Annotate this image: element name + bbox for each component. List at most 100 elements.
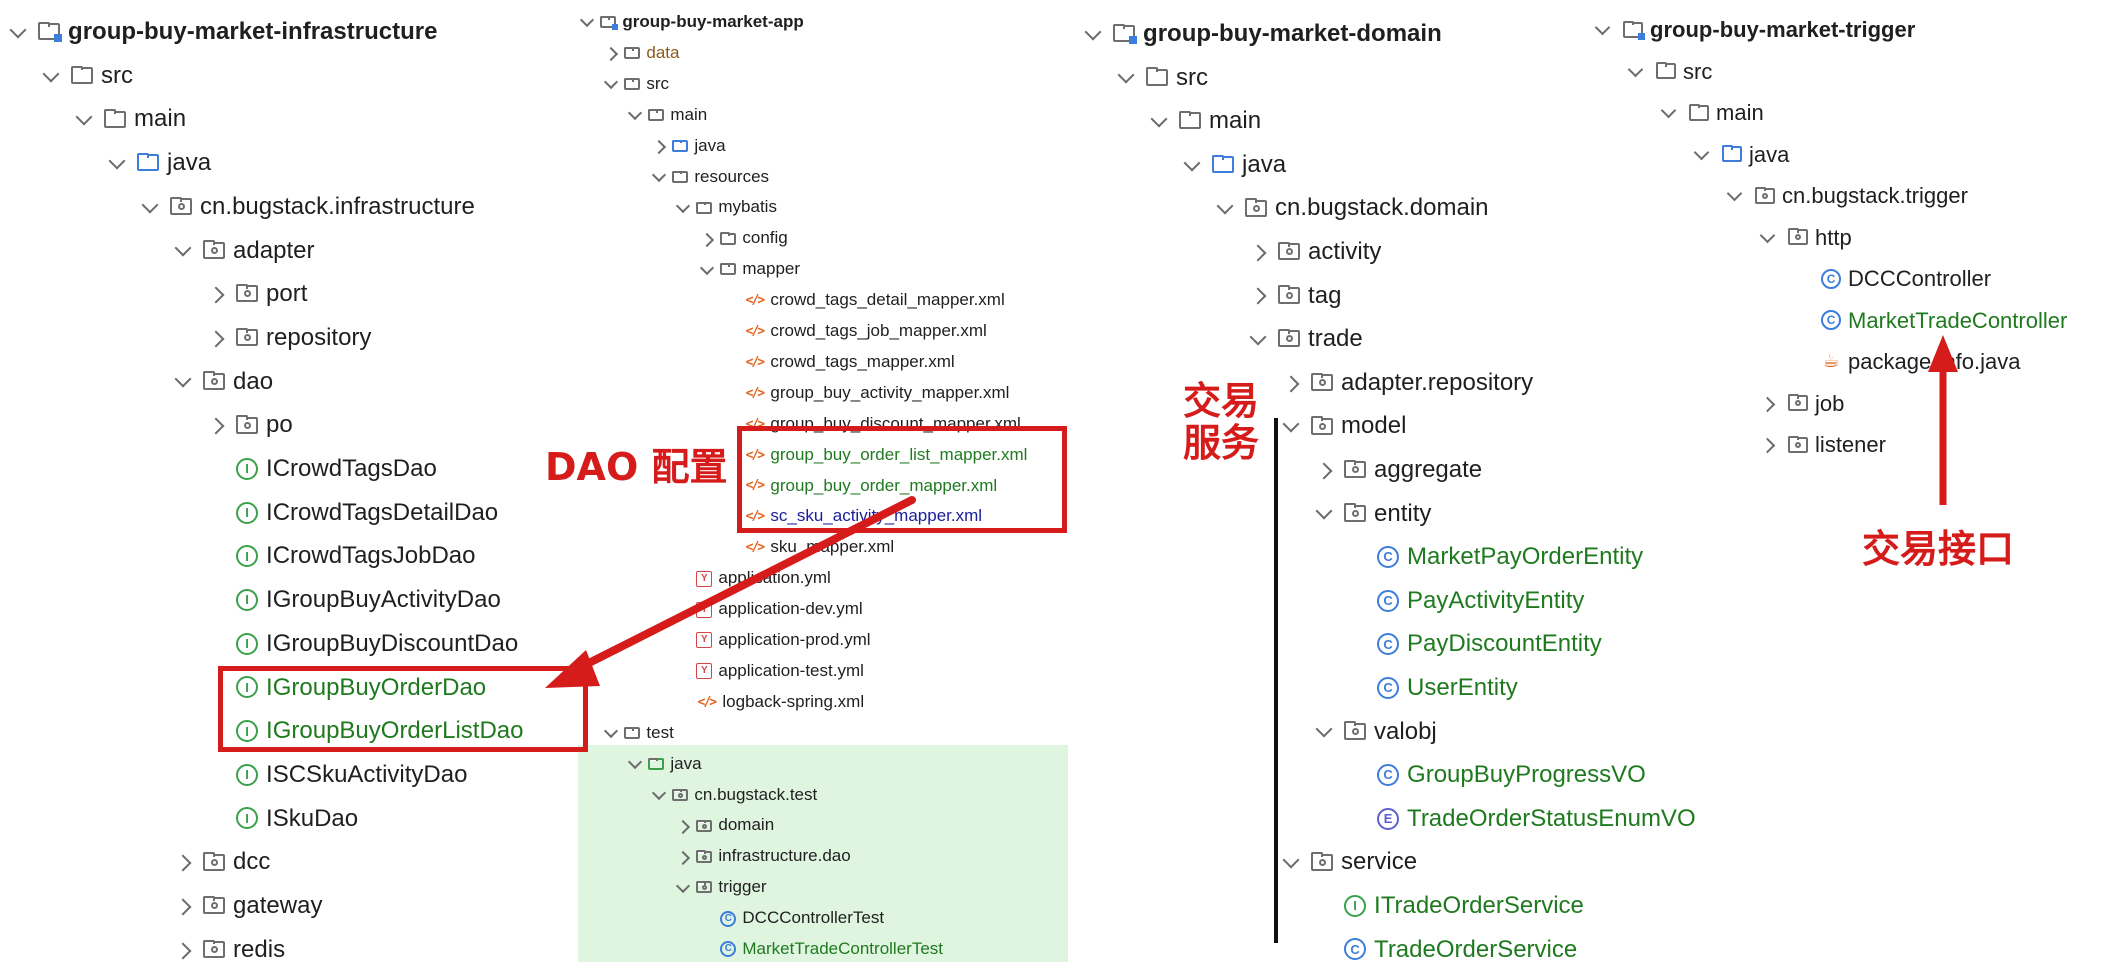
- chevron-down-icon[interactable]: [603, 724, 619, 739]
- chevron-right-icon[interactable]: [1759, 437, 1776, 454]
- tree-node[interactable]: Yapplication-test.yml: [578, 656, 1068, 687]
- tree-node[interactable]: I ISkuDao: [0, 797, 580, 841]
- tree-node[interactable]: Yapplication-prod.yml: [578, 625, 1068, 656]
- chevron-down-icon[interactable]: [1759, 227, 1776, 244]
- tree-node[interactable]: src: [578, 69, 1068, 100]
- tree-node[interactable]: po: [0, 403, 580, 447]
- tree-node[interactable]: </> crowd_tags_job_mapper.xml: [578, 316, 1068, 347]
- tree-node[interactable]: C DCCController: [1590, 258, 2110, 300]
- chevron-down-icon[interactable]: [579, 13, 595, 28]
- chevron-right-icon[interactable]: [207, 417, 225, 435]
- chevron-right-icon[interactable]: [1315, 462, 1333, 480]
- tree-node[interactable]: redis: [0, 928, 580, 971]
- tree-node[interactable]: I ICrowdTagsDao: [0, 447, 580, 491]
- chevron-right-icon[interactable]: [699, 232, 715, 247]
- chevron-down-icon[interactable]: [141, 196, 159, 214]
- tree-node[interactable]: repository: [0, 316, 580, 360]
- tree-node[interactable]: service: [1075, 840, 1725, 884]
- chevron-down-icon[interactable]: [1594, 19, 1611, 36]
- tree-node[interactable]: resources: [578, 162, 1068, 193]
- chevron-down-icon[interactable]: [627, 106, 643, 121]
- tree-node[interactable]: gateway: [0, 884, 580, 928]
- chevron-right-icon[interactable]: [651, 139, 667, 155]
- chevron-down-icon[interactable]: [174, 239, 192, 257]
- tree-node[interactable]: dcc: [0, 840, 580, 884]
- tree-node[interactable]: entity: [1075, 492, 1725, 536]
- chevron-right-icon[interactable]: [675, 819, 691, 834]
- chevron-down-icon[interactable]: [1282, 415, 1300, 433]
- chevron-down-icon[interactable]: [75, 108, 93, 126]
- tree-node[interactable]: java: [1590, 134, 2110, 176]
- tree-node[interactable]: adapter: [0, 229, 580, 273]
- tree-node[interactable]: ☕ package-info.java: [1590, 341, 2110, 383]
- chevron-down-icon[interactable]: [1216, 197, 1234, 215]
- tree-node[interactable]: C GroupBuyProgressVO: [1075, 753, 1725, 797]
- chevron-down-icon[interactable]: [603, 75, 619, 90]
- chevron-down-icon[interactable]: [1117, 66, 1135, 84]
- tree-node[interactable]: </> group_buy_activity_mapper.xml: [578, 378, 1068, 409]
- chevron-down-icon[interactable]: [1084, 23, 1102, 41]
- chevron-down-icon[interactable]: [1726, 185, 1743, 202]
- chevron-right-icon[interactable]: [675, 850, 691, 865]
- chevron-right-icon[interactable]: [207, 330, 225, 348]
- tree-node[interactable]: listener: [1590, 424, 2110, 466]
- tree-node[interactable]: group-buy-market-app: [578, 7, 1068, 38]
- tree-node[interactable]: I ICrowdTagsDetailDao: [0, 491, 580, 535]
- chevron-right-icon[interactable]: [207, 286, 225, 304]
- chevron-down-icon[interactable]: [1249, 328, 1267, 346]
- tree-node[interactable]: </> sku_mapper.xml: [578, 532, 1068, 563]
- tree-node[interactable]: http: [1590, 217, 2110, 259]
- chevron-down-icon[interactable]: [1693, 144, 1710, 161]
- chevron-right-icon[interactable]: [174, 854, 192, 872]
- chevron-down-icon[interactable]: [699, 260, 715, 275]
- tree-node[interactable]: mapper: [578, 254, 1068, 285]
- tree-node[interactable]: java: [578, 131, 1068, 162]
- tree-node[interactable]: dao: [0, 360, 580, 404]
- chevron-down-icon[interactable]: [174, 370, 192, 388]
- tree-node[interactable]: java: [0, 141, 580, 185]
- tree-node[interactable]: C DCCControllerTest: [578, 903, 1068, 934]
- tree-node[interactable]: I IGroupBuyDiscountDao: [0, 622, 580, 666]
- chevron-down-icon[interactable]: [675, 878, 691, 893]
- tree-node[interactable]: valobj: [1075, 710, 1725, 754]
- chevron-right-icon[interactable]: [174, 898, 192, 916]
- tree-node[interactable]: Yapplication.yml: [578, 563, 1068, 594]
- tree-node[interactable]: main: [0, 97, 580, 141]
- tree-node[interactable]: I IGroupBuyActivityDao: [0, 578, 580, 622]
- tree-node[interactable]: port: [0, 272, 580, 316]
- tree-node[interactable]: C PayActivityEntity: [1075, 579, 1725, 623]
- tree-node[interactable]: I ITradeOrderService: [1075, 884, 1725, 928]
- chevron-down-icon[interactable]: [1183, 154, 1201, 172]
- tree-node[interactable]: I ICrowdTagsJobDao: [0, 534, 580, 578]
- tree-node[interactable]: domain: [578, 810, 1068, 841]
- tree-node[interactable]: cn.bugstack.test: [578, 780, 1068, 811]
- chevron-down-icon[interactable]: [1315, 502, 1333, 520]
- tree-node[interactable]: C MarketTradeControllerTest: [578, 934, 1068, 965]
- chevron-down-icon[interactable]: [42, 65, 60, 83]
- tree-node[interactable]: I ISCSkuActivityDao: [0, 753, 580, 797]
- tree-node[interactable]: C UserEntity: [1075, 666, 1725, 710]
- tree-node[interactable]: </> crowd_tags_mapper.xml: [578, 347, 1068, 378]
- tree-node[interactable]: </> crowd_tags_detail_mapper.xml: [578, 285, 1068, 316]
- chevron-down-icon[interactable]: [627, 754, 643, 770]
- tree-node[interactable]: src: [1590, 51, 2110, 93]
- chevron-down-icon[interactable]: [651, 785, 667, 801]
- chevron-down-icon[interactable]: [651, 167, 667, 183]
- chevron-right-icon[interactable]: [1249, 244, 1267, 262]
- tree-node[interactable]: test: [578, 718, 1068, 749]
- tree-node[interactable]: java: [578, 749, 1068, 780]
- tree-node[interactable]: group-buy-market-infrastructure: [0, 10, 580, 54]
- tree-node[interactable]: trigger: [578, 872, 1068, 903]
- chevron-right-icon[interactable]: [603, 47, 619, 62]
- chevron-down-icon[interactable]: [1627, 61, 1644, 78]
- tree-node[interactable]: C MarketPayOrderEntity: [1075, 535, 1725, 579]
- tree-node[interactable]: cn.bugstack.infrastructure: [0, 185, 580, 229]
- chevron-down-icon[interactable]: [1315, 720, 1333, 738]
- tree-node[interactable]: data: [578, 38, 1068, 69]
- tree-node[interactable]: job: [1590, 383, 2110, 425]
- tree-node[interactable]: cn.bugstack.trigger: [1590, 175, 2110, 217]
- tree-node[interactable]: mybatis: [578, 192, 1068, 223]
- tree-node[interactable]: group-buy-market-trigger: [1590, 9, 2110, 51]
- chevron-down-icon[interactable]: [1150, 110, 1168, 128]
- tree-node[interactable]: Yapplication-dev.yml: [578, 594, 1068, 625]
